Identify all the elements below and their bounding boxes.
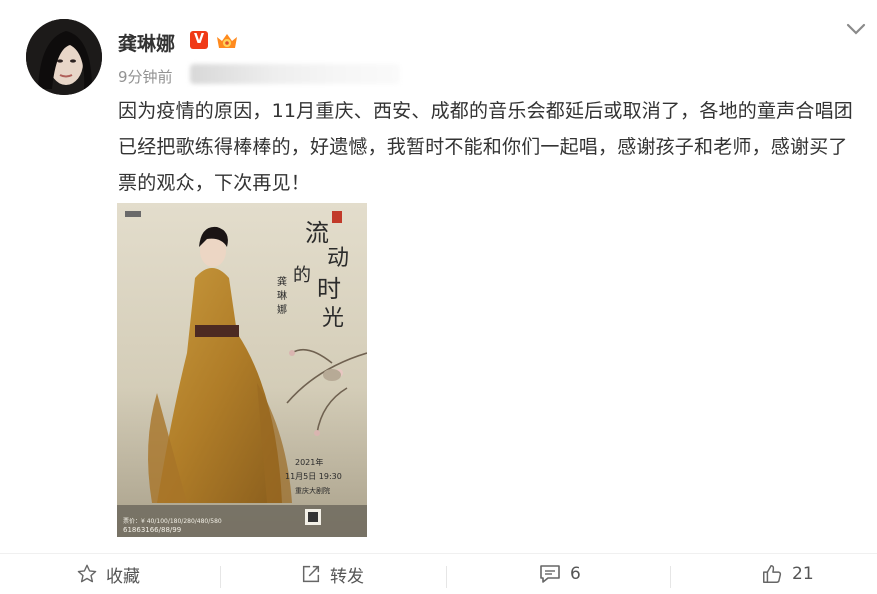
poster-prices: 票价：¥ 40/100/180/280/480/580 xyxy=(123,518,222,525)
post-time[interactable]: 9分钟前 xyxy=(118,66,173,87)
action-separator xyxy=(446,566,447,588)
action-separator xyxy=(670,566,671,588)
poster-title-char-2: 动 xyxy=(327,246,349,271)
favorite-label: 收藏 xyxy=(106,566,140,587)
chevron-down-icon[interactable] xyxy=(846,22,866,36)
poster-art: 流 动 的 时 光 龚 琳 娜 2021年 11月5日 19:30 重庆大剧院 … xyxy=(117,203,367,537)
like-button[interactable]: 21 xyxy=(760,562,814,586)
action-separator xyxy=(220,566,221,588)
poster-phone: 61863166/88/99 xyxy=(123,526,181,534)
poster-title-char-1: 流 xyxy=(305,219,329,247)
comment-count: 6 xyxy=(570,564,581,584)
poster-venue: 重庆大剧院 xyxy=(295,486,330,495)
like-count: 21 xyxy=(792,564,814,584)
concert-poster-image[interactable]: 流 动 的 时 光 龚 琳 娜 2021年 11月5日 19:30 重庆大剧院 … xyxy=(117,203,367,537)
star-icon xyxy=(77,564,97,583)
repost-button[interactable]: 转发 xyxy=(300,562,364,587)
blurred-source xyxy=(190,64,400,84)
comment-icon xyxy=(540,565,560,583)
poster-year: 2021年 xyxy=(295,457,323,467)
poster-performer: 龚 xyxy=(277,276,287,288)
repost-label: 转发 xyxy=(330,566,364,587)
poster-date: 11月5日 19:30 xyxy=(285,472,342,481)
poster-performer-2: 琳 xyxy=(277,290,287,302)
repost-icon xyxy=(302,565,320,583)
poster-title-char-5: 光 xyxy=(322,306,344,331)
verified-v-icon: V xyxy=(190,31,208,49)
avatar[interactable] xyxy=(26,19,102,95)
poster-title-char-3: 的 xyxy=(293,265,311,286)
favorite-button[interactable]: 收藏 xyxy=(76,562,140,587)
crown-member-icon xyxy=(217,34,237,48)
action-bar: 收藏 转发 6 21 xyxy=(0,554,877,594)
username[interactable]: 龚琳娜 xyxy=(118,29,175,56)
post-text: 因为疫情的原因，11月重庆、西安、成都的音乐会都延后或取消了，各地的童声合唱团已… xyxy=(118,100,853,194)
poster-title-char-4: 时 xyxy=(317,275,341,303)
thumbs-up-icon xyxy=(763,565,782,583)
comment-button[interactable]: 6 xyxy=(538,562,581,586)
poster-performer-3: 娜 xyxy=(277,303,287,316)
avatar-photo xyxy=(26,19,102,95)
